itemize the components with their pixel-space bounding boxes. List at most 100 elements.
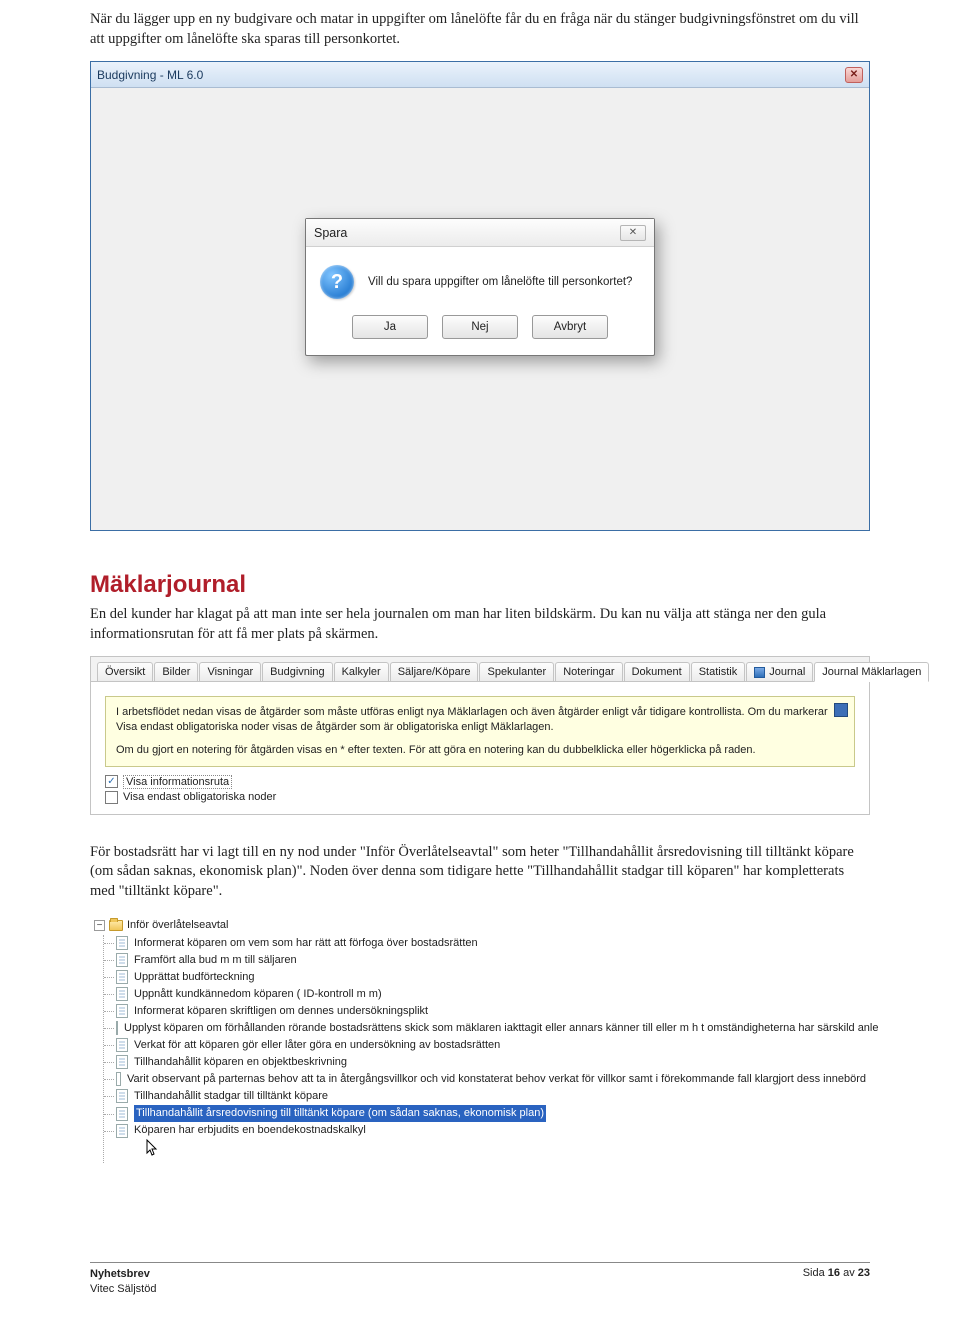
book-icon — [754, 667, 765, 678]
save-icon[interactable] — [834, 703, 848, 717]
tree-item-label: Varit observant på parternas behov att t… — [127, 1071, 866, 1088]
document-icon — [116, 1004, 128, 1018]
checkbox-only-mandatory[interactable] — [105, 791, 118, 804]
tree-item-label: Upplyst köparen om förhållanden rörande … — [124, 1020, 879, 1037]
tab-label: Budgivning — [270, 666, 324, 678]
tab-dokument[interactable]: Dokument — [624, 662, 690, 681]
document-icon — [116, 1089, 128, 1103]
save-dialog: Spara ✕ Vill du spara uppgifter om lånel… — [305, 218, 655, 356]
tab-label: Översikt — [105, 666, 145, 678]
tree-item[interactable]: Verkat för att köparen gör eller låter g… — [116, 1037, 866, 1054]
footer-page-prefix: Sida — [803, 1267, 828, 1279]
footer-page-current: 16 — [828, 1267, 840, 1279]
tree-item-label: Upprättat budförteckning — [134, 969, 254, 986]
close-icon: ✕ — [850, 69, 858, 80]
tab-label: Spekulanter — [487, 666, 546, 678]
tree-item[interactable]: Tillhandahållit årsredovisning till till… — [116, 1105, 866, 1122]
tree-item[interactable]: Tillhandahållit stadgar till tilltänkt k… — [116, 1088, 866, 1105]
paragraph-2: För bostadsrätt har vi lagt till en ny n… — [90, 843, 870, 902]
document-icon — [116, 1021, 118, 1035]
tree-item[interactable]: Informerat köparen skriftligen om dennes… — [116, 1003, 866, 1020]
document-icon — [116, 1107, 128, 1121]
footer-page-mid: av — [840, 1267, 858, 1279]
tab-noteringar[interactable]: Noteringar — [555, 662, 622, 681]
tab-budgivning[interactable]: Budgivning — [262, 662, 332, 681]
document-icon — [116, 1055, 128, 1069]
cursor-icon — [146, 1139, 160, 1157]
close-icon: ✕ — [629, 227, 637, 238]
tab-label: Kalkyler — [342, 666, 381, 678]
journal-tabstrip: Översikt Bilder Visningar Budgivning Kalkyle… — [90, 656, 870, 815]
tree-item[interactable]: Uppnått kundkännedom köparen ( ID-kontro… — [116, 986, 866, 1003]
footer-subtitle: Vitec Säljstöd — [90, 1282, 156, 1297]
budgivning-body: Spara ✕ Vill du spara uppgifter om lånel… — [91, 88, 869, 530]
section-heading: Mäklarjournal — [90, 571, 870, 599]
section-body: En del kunder har klagat på att man inte… — [90, 605, 870, 644]
info-panel-p1: I arbetsflödet nedan visas de åtgärder s… — [116, 705, 844, 735]
tab--versikt[interactable]: Översikt — [97, 662, 153, 681]
save-dialog-close-button[interactable]: ✕ — [620, 225, 646, 241]
tab-s-ljare-k-pare[interactable]: Säljare/Köpare — [390, 662, 479, 681]
budgivning-close-button[interactable]: ✕ — [845, 67, 863, 83]
info-panel-p2: Om du gjort en notering för åtgärden vis… — [116, 743, 844, 758]
tree-item-label: Framfört alla bud m m till säljaren — [134, 952, 297, 969]
tree-item[interactable]: Upplyst köparen om förhållanden rörande … — [116, 1020, 866, 1037]
tab-label: Säljare/Köpare — [398, 666, 471, 678]
tree-item-label: Verkat för att köparen gör eller låter g… — [134, 1037, 500, 1054]
dialog-cancel-button[interactable]: Avbryt — [532, 315, 608, 339]
tree-root-label[interactable]: Inför överlåtelseavtal — [127, 917, 229, 934]
tree-collapse-button[interactable]: − — [94, 920, 105, 931]
tab-label: Bilder — [162, 666, 190, 678]
save-dialog-message: Vill du spara uppgifter om lånelöfte til… — [368, 276, 632, 288]
footer-page-total: 23 — [858, 1267, 870, 1279]
tabs-row: Översikt Bilder Visningar Budgivning Kalkyle… — [91, 657, 869, 682]
tree-item[interactable]: Informerat köparen om vem som har rätt a… — [116, 935, 866, 952]
checkbox-show-info[interactable]: ✓ — [105, 775, 118, 788]
tab-kalkyler[interactable]: Kalkyler — [334, 662, 389, 681]
folder-icon — [109, 920, 123, 931]
footer-title: Nyhetsbrev — [90, 1268, 150, 1280]
document-icon — [116, 987, 128, 1001]
save-dialog-title: Spara — [314, 226, 347, 240]
tree-item[interactable]: Framfört alla bud m m till säljaren — [116, 952, 866, 969]
document-icon — [116, 953, 128, 967]
save-dialog-titlebar: Spara ✕ — [306, 219, 654, 247]
tree-item-label: Uppnått kundkännedom köparen ( ID-kontro… — [134, 986, 382, 1003]
question-icon — [320, 265, 354, 299]
intro-paragraph: När du lägger upp en ny budgivare och ma… — [90, 10, 870, 49]
document-icon — [116, 1072, 121, 1086]
tree-item-label: Tillhandahållit stadgar till tilltänkt k… — [134, 1088, 328, 1105]
tab-journal[interactable]: Journal — [746, 662, 813, 681]
tree-item[interactable]: Varit observant på parternas behov att t… — [116, 1071, 866, 1088]
checkbox-show-info-label: Visa informationsruta — [123, 775, 232, 789]
tab-label: Noteringar — [563, 666, 614, 678]
tree-item[interactable]: Köparen har erbjudits en boendekostnadsk… — [116, 1122, 866, 1139]
budgivning-titlebar: Budgivning - ML 6.0 ✕ — [91, 62, 869, 88]
tab-statistik[interactable]: Statistik — [691, 662, 746, 681]
tab-bilder[interactable]: Bilder — [154, 662, 198, 681]
tree-item[interactable]: Tillhandahållit köparen en objektbeskriv… — [116, 1054, 866, 1071]
tree-item-label: Köparen har erbjudits en boendekostnadsk… — [134, 1122, 366, 1139]
workflow-tree: − Inför överlåtelseavtal Informerat köpa… — [90, 913, 870, 1169]
document-icon — [116, 970, 128, 984]
budgivning-title: Budgivning - ML 6.0 — [97, 68, 203, 82]
tab-label: Visningar — [207, 666, 253, 678]
tab-label: Dokument — [632, 666, 682, 678]
tab-spekulanter[interactable]: Spekulanter — [479, 662, 554, 681]
tab-label: Statistik — [699, 666, 738, 678]
tab-label: Journal — [769, 666, 805, 678]
info-panel: I arbetsflödet nedan visas de åtgärder s… — [105, 696, 855, 767]
tree-item[interactable]: Upprättat budförteckning — [116, 969, 866, 986]
tree-item-label: Tillhandahållit årsredovisning till till… — [134, 1105, 546, 1122]
dialog-no-button[interactable]: Nej — [442, 315, 518, 339]
tab-journal-m-klarlagen[interactable]: Journal Mäklarlagen — [814, 662, 929, 682]
document-icon — [116, 1038, 128, 1052]
checkbox-only-mandatory-label: Visa endast obligatoriska noder — [123, 791, 276, 803]
tab-visningar[interactable]: Visningar — [199, 662, 261, 681]
tree-item-label: Informerat köparen skriftligen om dennes… — [134, 1003, 428, 1020]
budgivning-window: Budgivning - ML 6.0 ✕ Spara ✕ Vill du sp… — [90, 61, 870, 531]
document-icon — [116, 936, 128, 950]
document-icon — [116, 1124, 128, 1138]
dialog-yes-button[interactable]: Ja — [352, 315, 428, 339]
tab-label: Journal Mäklarlagen — [822, 666, 921, 678]
